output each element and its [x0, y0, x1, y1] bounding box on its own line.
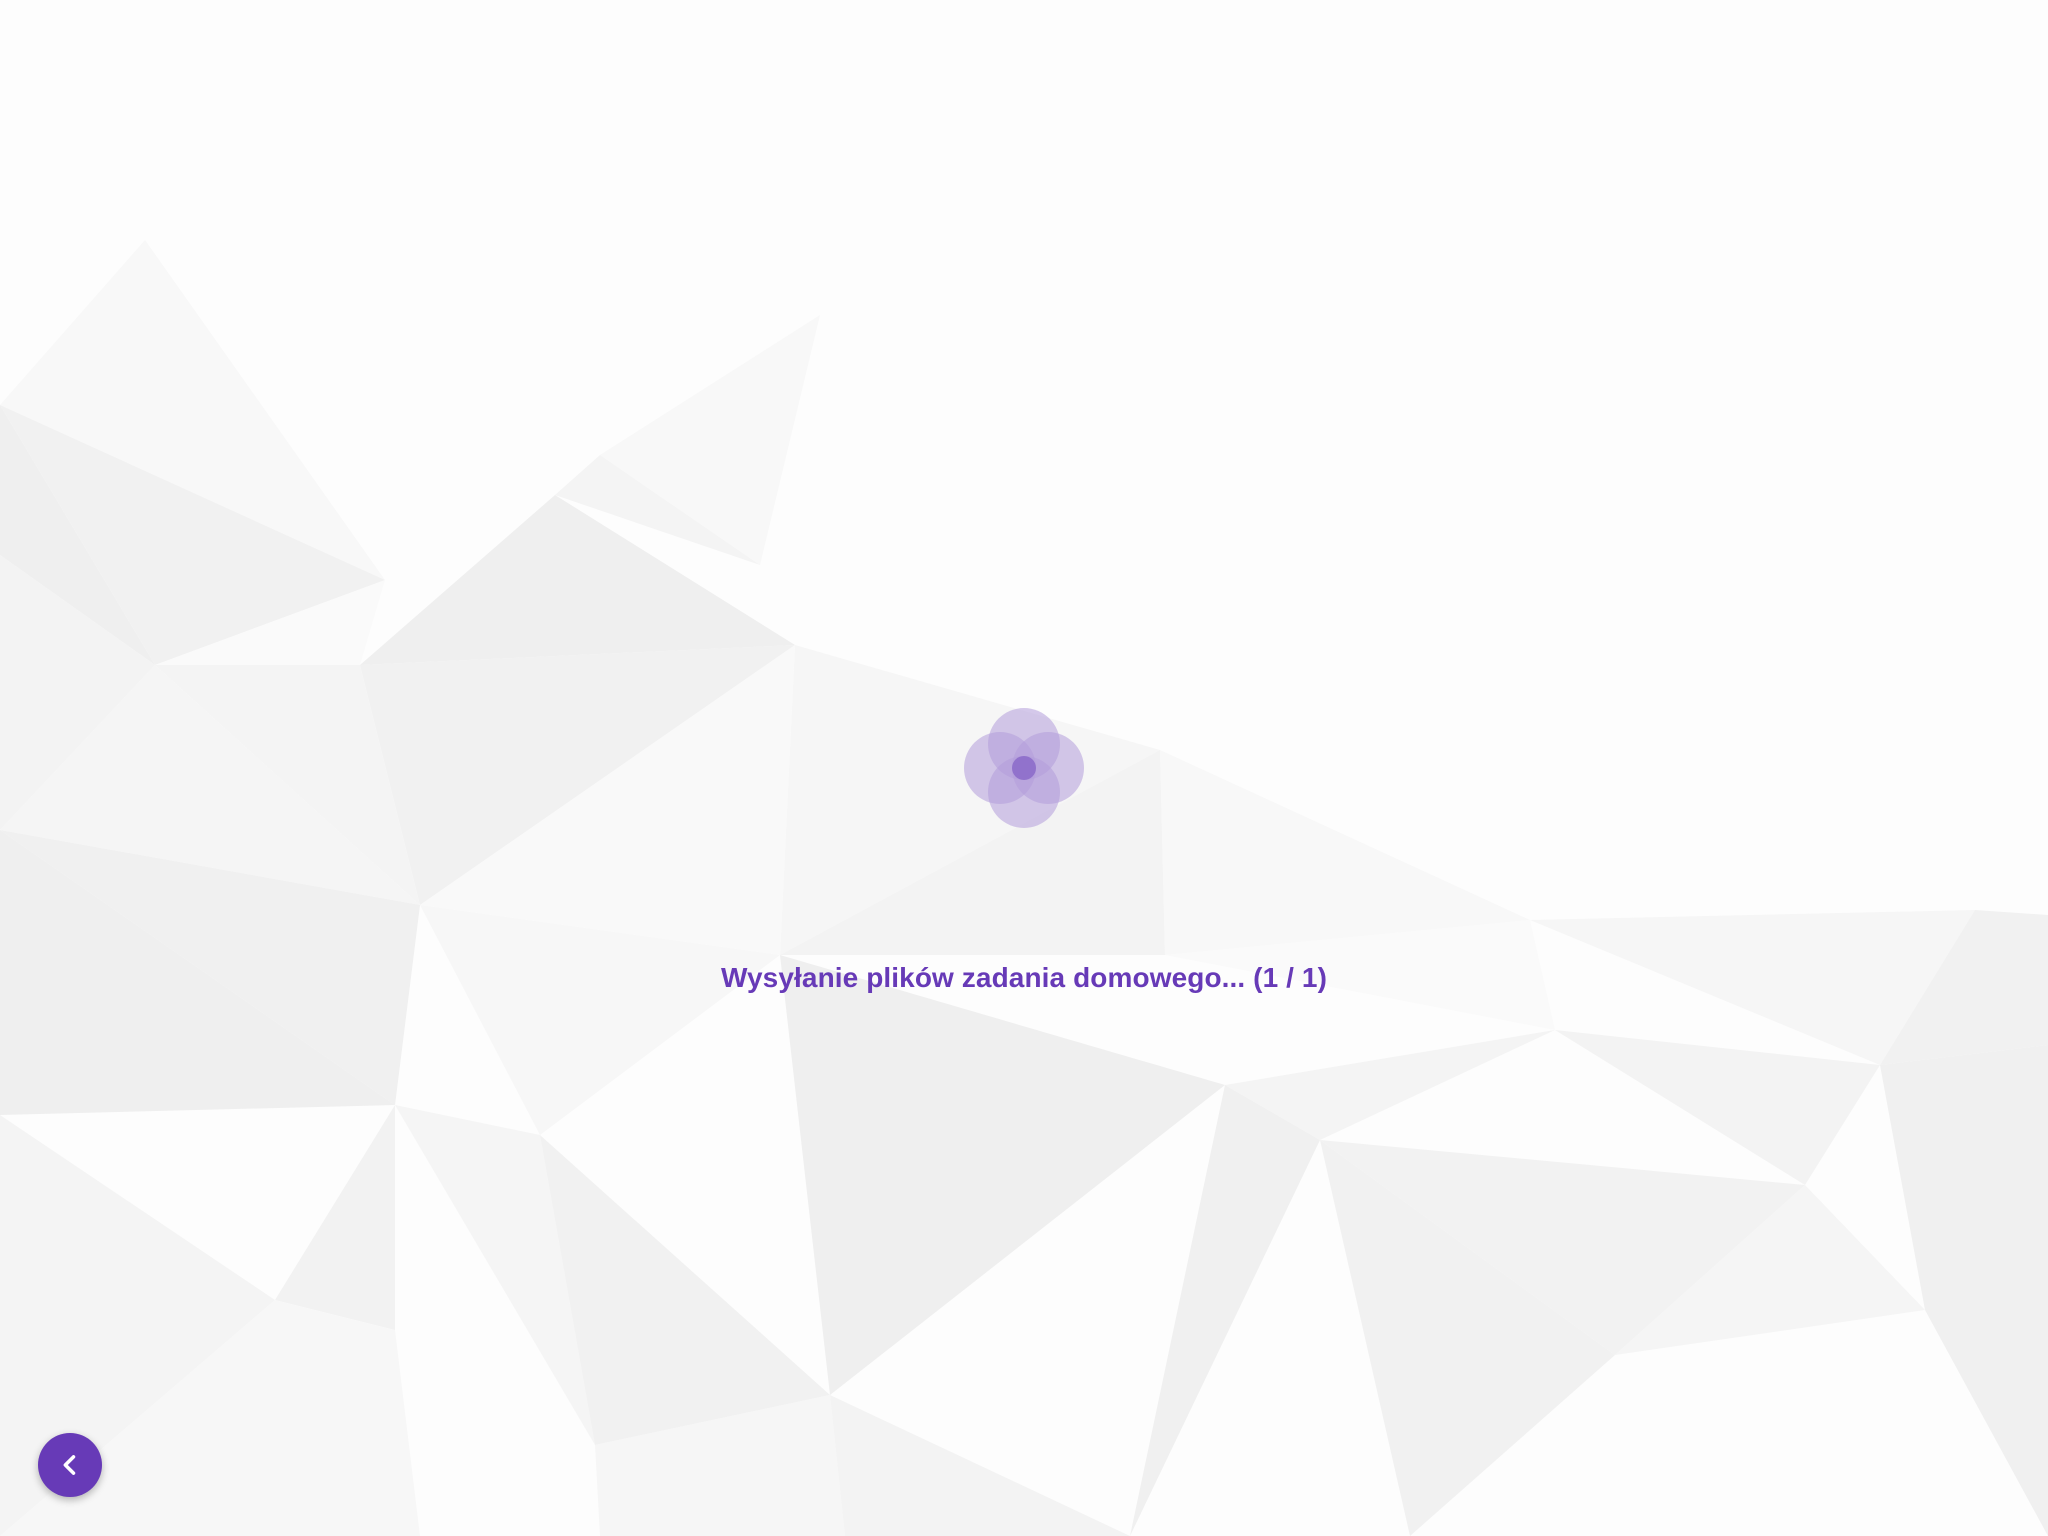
upload-screen: Wysyłanie plików zadania domowego... (1 … [0, 0, 2048, 1536]
back-button[interactable] [38, 1433, 102, 1497]
loading-spinner-center [1012, 756, 1036, 780]
loading-spinner-icon [964, 708, 1084, 828]
chevron-left-icon [63, 1455, 76, 1475]
upload-status-text: Wysyłanie plików zadania domowego... (1 … [720, 962, 1328, 993]
